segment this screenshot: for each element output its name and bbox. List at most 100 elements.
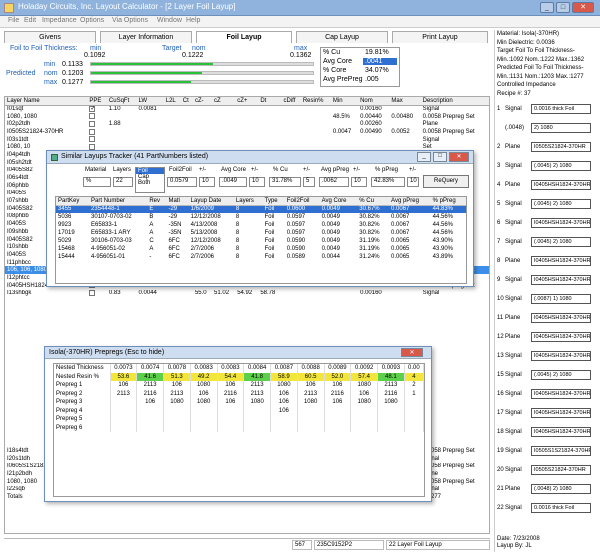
similar-col-header[interactable]: Avg pPreg bbox=[389, 197, 431, 206]
layer-col-header[interactable]: cZ bbox=[212, 97, 236, 106]
close-button[interactable]: ✕ bbox=[572, 2, 594, 13]
prepreg-cell[interactable]: 106 bbox=[190, 389, 218, 398]
prepreg-cell[interactable] bbox=[297, 423, 325, 432]
similar-col-header[interactable]: Rev bbox=[147, 197, 167, 206]
pct-cu-filter-input[interactable]: 31.78% bbox=[269, 177, 301, 187]
prepreg-cell[interactable] bbox=[163, 415, 191, 424]
similar-layup-row[interactable]: 17019 E65833-1 ARY A -35N 5/13/2008 8 Foil 0.05… bbox=[56, 229, 466, 237]
layer-row[interactable]: 1080, 1080 48.5% 0.00440 0.00480 0.0058 Prep… bbox=[5, 113, 489, 121]
prepreg-cell[interactable] bbox=[324, 406, 352, 415]
prepreg-cell[interactable] bbox=[350, 415, 378, 424]
similar-layup-row[interactable]: 15468 4-956051-02 A 6FC 2/7/2006 8 Foil 0.0590 0… bbox=[56, 245, 466, 253]
dialog-minimize-button[interactable]: _ bbox=[417, 152, 431, 162]
similar-col-header[interactable]: Avg Core bbox=[319, 197, 358, 206]
prepreg-cell[interactable] bbox=[190, 406, 218, 415]
similar-col-header[interactable]: Layup Date bbox=[188, 197, 234, 206]
dialog-close-button[interactable]: ✕ bbox=[449, 152, 469, 162]
prepreg-cell[interactable]: 106 bbox=[163, 381, 191, 390]
pct-cu-tolerance-input[interactable]: 5 bbox=[303, 177, 315, 187]
prepreg-cell[interactable] bbox=[377, 423, 405, 432]
prepreg-cell[interactable]: 2113 bbox=[377, 381, 405, 390]
prepreg-cell[interactable]: 106 bbox=[110, 381, 138, 390]
foil2foil-input[interactable]: 0.0579 bbox=[167, 177, 197, 187]
layer-col-header[interactable]: Ct bbox=[180, 97, 193, 106]
foil2foil-tolerance-input[interactable]: 10 bbox=[199, 177, 215, 187]
prepreg-cell[interactable]: 1080 bbox=[350, 398, 378, 407]
prepreg-cell[interactable]: 106 bbox=[217, 398, 245, 407]
prepreg-cell[interactable] bbox=[163, 423, 191, 432]
maximize-button[interactable]: □ bbox=[556, 2, 570, 13]
prepreg-row[interactable]: Prepreg 3 106 1080 1080 106 1080 106 1080 106 108… bbox=[54, 398, 424, 407]
menu-via-options[interactable]: Via Options bbox=[112, 17, 148, 24]
prepreg-cell[interactable] bbox=[190, 415, 218, 424]
prepreg-cell[interactable]: 106 bbox=[324, 381, 352, 390]
similar-col-header[interactable]: Layers bbox=[233, 197, 263, 206]
layer-col-header[interactable]: Layer Name bbox=[5, 97, 88, 106]
type-option-both[interactable]: Both bbox=[136, 180, 164, 186]
menu-options[interactable]: Options bbox=[80, 17, 104, 24]
prepreg-cell[interactable]: 2113 bbox=[243, 389, 271, 398]
prepreg-cell[interactable] bbox=[110, 423, 138, 432]
prepreg-row[interactable]: Prepreg 1 106 2113 106 1080 106 2113 1080 106 106… bbox=[54, 381, 424, 390]
similar-layup-row[interactable]: 9923 E65833-1 A -35N 4/13/2008 8 Foil 0.0597 0.0… bbox=[56, 221, 466, 229]
prepreg-cell[interactable]: 2113 bbox=[110, 389, 138, 398]
requery-button[interactable]: ReQuery bbox=[423, 175, 469, 188]
ppe-checkbox-cell[interactable] bbox=[87, 290, 106, 298]
prepreg-cell[interactable] bbox=[243, 406, 271, 415]
avg-core-tolerance-input[interactable]: 10 bbox=[249, 177, 265, 187]
ppe-checkbox-cell[interactable] bbox=[87, 136, 106, 144]
prepreg-cell[interactable]: 106 bbox=[350, 389, 378, 398]
similar-col-header[interactable]: Matl bbox=[166, 197, 189, 206]
ppe-checkbox-cell[interactable] bbox=[87, 105, 106, 113]
ppe-checkbox[interactable] bbox=[89, 136, 96, 143]
layer-row[interactable]: I03s1tdt Signal bbox=[5, 136, 489, 144]
prepreg-cell[interactable]: 106 bbox=[270, 398, 298, 407]
pct-ppreg-filter-input[interactable]: 42.83% bbox=[371, 177, 405, 187]
material-input[interactable]: % bbox=[83, 177, 111, 187]
prepreg-cell[interactable] bbox=[377, 415, 405, 424]
prepreg-cell[interactable]: 2113 bbox=[297, 389, 325, 398]
similar-layup-row[interactable]: 5029 30106-0703-03 C 6FC 12/12/2008 8 Foil 0.05… bbox=[56, 237, 466, 245]
layers-input[interactable]: 22 bbox=[113, 177, 133, 187]
prepreg-cell[interactable]: 1080 bbox=[243, 398, 271, 407]
layer-col-header[interactable]: cDiff bbox=[281, 97, 301, 106]
prepreg-cell[interactable] bbox=[136, 406, 164, 415]
ppe-checkbox[interactable] bbox=[89, 105, 96, 112]
prepreg-cell[interactable]: 2 bbox=[404, 381, 424, 390]
layer-col-header[interactable]: Max bbox=[389, 97, 421, 106]
avg-ppreg-tolerance-input[interactable]: 10 bbox=[351, 177, 367, 187]
prepreg-cell[interactable] bbox=[190, 423, 218, 432]
menu-window[interactable]: Window bbox=[157, 17, 182, 24]
prepreg-cell[interactable] bbox=[404, 406, 424, 415]
layer-row[interactable]: I01sqt 1.10 0.0081 0.00160 Signal bbox=[5, 105, 489, 113]
layer-col-header[interactable]: CuSqFt bbox=[106, 97, 137, 106]
prepreg-cell[interactable] bbox=[217, 415, 245, 424]
similar-layup-row[interactable]: 15444 4-956051-01 - 6FC 2/7/2006 8 Foil 0.0589 0… bbox=[56, 253, 466, 261]
prepreg-cell[interactable] bbox=[110, 398, 138, 407]
ppe-checkbox-cell[interactable] bbox=[87, 128, 106, 136]
tab-cap-layup[interactable]: Cap Layup bbox=[296, 31, 388, 43]
similar-layup-row[interactable]: 5036 30107-0703-02 B -29 12/12/2008 8 Foil 0.05… bbox=[56, 213, 466, 221]
prepreg-cell[interactable]: 1080 bbox=[270, 381, 298, 390]
prepreg-cell[interactable] bbox=[243, 423, 271, 432]
tab-foil-layup[interactable]: Foil Layup bbox=[196, 31, 292, 43]
prepreg-cell[interactable] bbox=[297, 415, 325, 424]
ppe-checkbox[interactable] bbox=[89, 290, 96, 297]
avg-core-value[interactable]: .0041 bbox=[363, 58, 397, 65]
prepreg-cell[interactable] bbox=[217, 423, 245, 432]
layer-col-header[interactable]: LW bbox=[136, 97, 164, 106]
layer-col-header[interactable]: Min bbox=[330, 97, 359, 106]
prepreg-cell[interactable] bbox=[377, 406, 405, 415]
prepreg-cell[interactable]: 1080 bbox=[190, 381, 218, 390]
menu-file[interactable]: File bbox=[8, 17, 19, 24]
pct-ppreg-tolerance-input[interactable]: 10 bbox=[407, 177, 419, 187]
layer-col-header[interactable]: L2L bbox=[163, 97, 181, 106]
prepreg-cell[interactable] bbox=[136, 415, 164, 424]
layer-col-header[interactable]: Dt bbox=[258, 97, 282, 106]
prepreg-row[interactable]: Prepreg 5 bbox=[54, 415, 424, 424]
prepreg-cell[interactable] bbox=[270, 415, 298, 424]
layer-col-header[interactable]: Resin% bbox=[300, 97, 331, 106]
layer-col-header[interactable]: cZ- bbox=[192, 97, 213, 106]
prepregs-grid[interactable]: Nested Thickness 0.0073 0.0074 0.0078 0.0083… bbox=[53, 363, 425, 497]
dialog-maximize-button[interactable]: □ bbox=[433, 152, 447, 162]
